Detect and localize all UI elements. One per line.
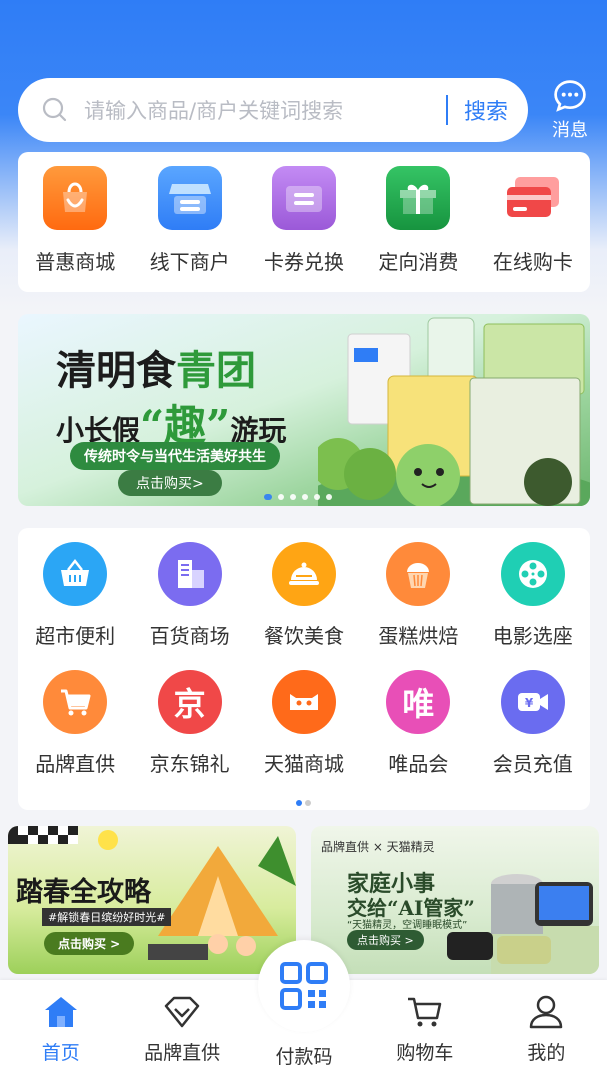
video-icon: ¥ [500,670,565,734]
message-label: 消息 [552,120,588,141]
vip-glyph: 唯 [402,685,435,723]
pay-code-label: 付款码 [275,1046,333,1068]
nav-cart[interactable]: 购物车 [364,980,485,1080]
promo-left-buy-button[interactable]: 点击购买 > [44,932,135,955]
promo-ai-butler[interactable]: 品牌直供 × 天猫精灵 家庭小事 交给“AI管家” “天猫精灵，空调睡眠模式” … [311,826,599,974]
nav-home[interactable]: 首页 [0,980,121,1080]
user-icon [530,995,563,1029]
cupcake-icon [386,542,451,606]
gift-icon [386,166,451,230]
search-input[interactable]: 请输入商品/商户关键词搜索 [84,95,446,125]
quick-item-coupon-exchange[interactable]: 卡券兑换 [247,152,361,292]
carousel-dot[interactable] [278,494,284,500]
category-label: 餐饮美食 [263,624,344,648]
vip-icon: 唯 [386,670,451,734]
nav-label: 购物车 [396,1042,454,1064]
category-label: 唯品会 [388,752,449,776]
page-dot[interactable] [305,800,311,806]
page-dot[interactable] [296,800,302,806]
category-label: 天猫商城 [263,752,344,776]
qr-code-icon [280,962,328,1010]
jd-icon: 京 [157,670,222,734]
nav-brand-direct[interactable]: 品牌直供 [121,980,242,1080]
category-label: 电影选座 [492,624,573,648]
category-page-indicator [296,800,311,806]
category-department-store[interactable]: 百货商场 [132,542,246,670]
promo-right-subtitle: “天猫精灵，空调睡眠模式” [347,920,468,931]
quick-item-online-card[interactable]: 在线购卡 [476,152,590,292]
carousel-dot[interactable] [326,494,332,500]
home-icon [44,997,77,1027]
food-cloche-icon [271,542,336,606]
category-label: 超市便利 [35,624,116,648]
svg-text:¥: ¥ [525,696,534,710]
nav-profile[interactable]: 我的 [486,980,607,1080]
category-label: 京东锦礼 [149,752,230,776]
basket-icon [43,542,108,606]
chat-bubble-icon [554,80,586,112]
ticket-icon [272,166,337,230]
banner-title-prefix: 清明食 [56,347,176,394]
banner-buy-button[interactable]: 点击购买> [118,470,222,496]
category-label: 百货商场 [149,624,230,648]
category-jd-gift[interactable]: 京 京东锦礼 [132,670,246,798]
category-dining[interactable]: 餐饮美食 [247,542,361,670]
promo-left-subtitle: #解锁春日缤纷好时光# [42,908,172,926]
quick-item-targeted-consumption[interactable]: 定向消费 [361,152,475,292]
shopping-bag-icon [43,166,108,230]
quick-item-label: 普惠商城 [35,250,116,274]
category-label: 蛋糕烘焙 [378,624,459,648]
category-supermarket[interactable]: 超市便利 [18,542,132,670]
search-icon [42,97,68,123]
carousel-dot[interactable] [290,494,296,500]
banner-product-image [318,317,590,506]
category-member-recharge[interactable]: ¥ 会员充值 [476,670,590,798]
promo-right-buy-button[interactable]: 点击购买 > [347,930,424,950]
carousel-dot[interactable] [264,494,272,500]
promo-left-title: 踏春全攻略 [16,877,151,908]
carousel-dot[interactable] [302,494,308,500]
carousel-dot[interactable] [314,494,320,500]
quick-item-offline-merchant[interactable]: 线下商户 [132,152,246,292]
banner-title-highlight: 青团 [176,347,256,394]
promo-right-brand: 品牌直供 × 天猫精灵 [321,840,435,854]
card-icon [501,166,565,230]
search-button[interactable]: 搜索 [464,94,508,126]
quick-item-label: 定向消费 [378,250,459,274]
category-bakery[interactable]: 蛋糕烘焙 [361,542,475,670]
nav-label: 品牌直供 [144,1042,221,1064]
building-icon [157,542,222,606]
banner-title-line1: 清明食青团 [56,338,256,396]
diamond-icon [164,996,200,1028]
carousel-indicator [264,494,332,500]
category-tmall[interactable]: 天猫商城 [247,670,361,798]
nav-label: 首页 [41,1042,80,1064]
promo-banner-carousel[interactable]: 清明食青团 小长假“趣”游玩 传统时令与当代生活美好共生 点击购买> [18,314,590,506]
quick-item-label: 卡券兑换 [264,250,345,274]
quick-item-puhui-mall[interactable]: 普惠商城 [18,152,132,292]
storefront-icon [157,166,222,230]
jd-glyph: 京 [173,685,206,723]
quick-menu: 普惠商城 线下商户 卡券兑换 定向消费 在线购卡 [18,152,590,292]
category-brand-direct[interactable]: 品牌直供 [18,670,132,798]
message-button[interactable]: 消息 [544,78,596,142]
category-vip[interactable]: 唯 唯品会 [361,670,475,798]
category-grid: 超市便利 百货商场 餐饮美食 蛋糕烘焙 电影选座 品牌直供 京 京东锦礼 天猫商… [18,528,590,810]
category-label: 品牌直供 [35,752,116,776]
cart-icon [43,670,108,734]
promo-spring-outing[interactable]: 踏春全攻略 #解锁春日缤纷好时光# 点击购买 > [8,826,296,974]
tmall-icon [271,670,336,734]
category-label: 会员充值 [492,752,573,776]
cart-outline-icon [407,997,442,1027]
pay-code-button[interactable] [258,940,350,1032]
quick-item-label: 在线购卡 [492,250,573,274]
category-movie[interactable]: 电影选座 [476,542,590,670]
film-reel-icon [500,542,565,606]
search-bar[interactable]: 请输入商品/商户关键词搜索 搜索 [18,78,528,142]
quick-item-label: 线下商户 [149,250,230,274]
nav-label: 我的 [527,1042,566,1064]
banner-subtitle: 传统时令与当代生活美好共生 [70,442,280,470]
search-divider [445,95,448,125]
